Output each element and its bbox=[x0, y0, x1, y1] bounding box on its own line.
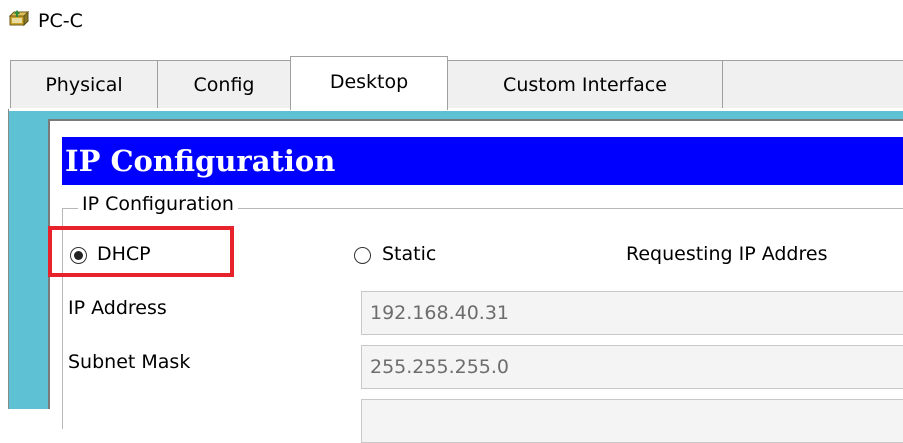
subnet-mask-field[interactable]: 255.255.255.0 bbox=[361, 345, 903, 389]
ip-config-header: IP Configuration bbox=[62, 137, 903, 185]
ip-address-field[interactable]: 192.168.40.31 bbox=[361, 291, 903, 335]
subnet-mask-label: Subnet Mask bbox=[68, 351, 191, 373]
window-title: PC-C bbox=[38, 10, 83, 32]
ip-address-label: IP Address bbox=[68, 297, 167, 319]
tab-config[interactable]: Config bbox=[157, 60, 291, 108]
gateway-field[interactable] bbox=[361, 399, 903, 443]
tab-physical[interactable]: Physical bbox=[10, 60, 158, 108]
pc-device-icon bbox=[8, 10, 30, 27]
group-legend: IP Configuration bbox=[78, 193, 238, 215]
dhcp-highlight-box bbox=[48, 226, 234, 277]
static-radio[interactable] bbox=[354, 247, 371, 264]
static-label[interactable]: Static bbox=[382, 243, 436, 265]
tab-custom-interface[interactable]: Custom Interface bbox=[447, 60, 723, 108]
desktop-accent-left bbox=[9, 111, 50, 409]
tab-strip-fill bbox=[722, 60, 903, 108]
desktop-accent-top bbox=[9, 111, 903, 119]
title-bar: PC-C bbox=[0, 0, 903, 48]
dhcp-status-text: Requesting IP Addres bbox=[626, 243, 828, 265]
tab-desktop[interactable]: Desktop bbox=[290, 56, 448, 110]
